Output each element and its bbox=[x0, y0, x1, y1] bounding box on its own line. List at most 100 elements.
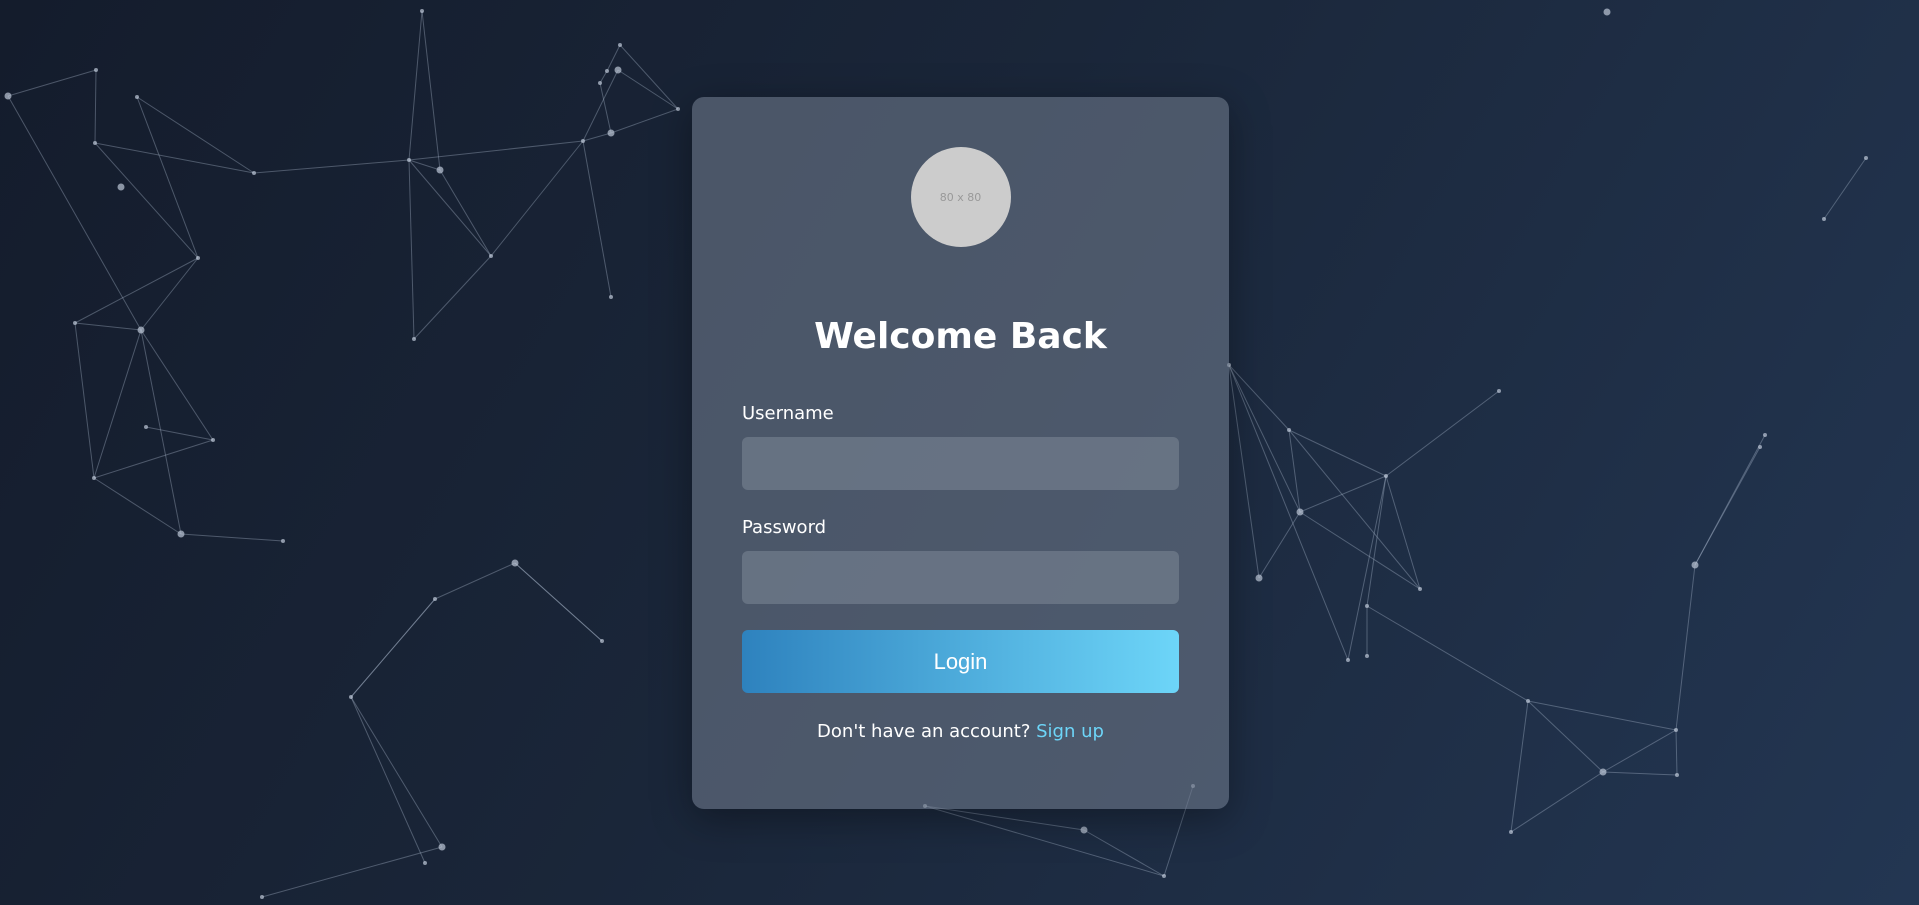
network-node bbox=[1675, 773, 1679, 777]
network-node bbox=[1674, 728, 1678, 732]
network-line bbox=[1510, 700, 1529, 833]
network-line bbox=[145, 426, 214, 441]
network-line bbox=[261, 846, 443, 898]
signup-prompt: Don't have an account? bbox=[817, 721, 1031, 742]
network-line bbox=[350, 598, 436, 698]
network-line bbox=[1228, 364, 1349, 661]
network-line bbox=[1602, 771, 1678, 776]
network-node bbox=[144, 425, 148, 429]
network-line bbox=[408, 10, 423, 161]
network-line bbox=[74, 322, 95, 479]
login-button[interactable]: Login bbox=[742, 630, 1179, 693]
network-line bbox=[1366, 605, 1529, 702]
signup-link[interactable]: Sign up bbox=[1036, 721, 1104, 742]
network-node bbox=[600, 639, 604, 643]
password-input[interactable] bbox=[742, 551, 1179, 604]
network-node bbox=[607, 129, 615, 137]
network-line bbox=[610, 108, 679, 134]
network-node bbox=[433, 597, 437, 601]
network-node bbox=[93, 141, 97, 145]
network-node bbox=[177, 530, 185, 538]
network-node bbox=[412, 337, 416, 341]
network-node bbox=[260, 895, 264, 899]
page-title: Welcome Back bbox=[814, 316, 1107, 357]
network-line bbox=[1083, 829, 1165, 877]
network-line bbox=[7, 95, 142, 331]
network-line bbox=[140, 257, 199, 331]
network-line bbox=[93, 477, 182, 535]
network-node bbox=[598, 81, 602, 85]
network-node bbox=[196, 256, 200, 260]
network-node bbox=[1691, 561, 1699, 569]
network-node bbox=[407, 158, 411, 162]
network-line bbox=[74, 322, 142, 331]
network-node bbox=[92, 476, 96, 480]
network-node bbox=[438, 843, 446, 851]
network-line bbox=[1527, 700, 1604, 773]
network-line bbox=[924, 805, 1085, 831]
username-label: Username bbox=[742, 403, 834, 424]
network-line bbox=[439, 169, 492, 257]
password-label: Password bbox=[742, 517, 827, 538]
network-line bbox=[74, 257, 199, 324]
network-line bbox=[434, 562, 516, 600]
network-node bbox=[1162, 874, 1166, 878]
network-node bbox=[489, 254, 493, 258]
network-node bbox=[511, 559, 519, 567]
network-node bbox=[605, 69, 609, 73]
network-node bbox=[614, 66, 622, 74]
network-line bbox=[1602, 729, 1677, 773]
network-node bbox=[1603, 8, 1611, 16]
network-line bbox=[1510, 771, 1604, 833]
network-node bbox=[1255, 574, 1263, 582]
network-line bbox=[350, 696, 426, 864]
network-line bbox=[408, 159, 492, 257]
network-node bbox=[117, 183, 125, 191]
login-card: 80 x 80 Welcome Back Username Password L… bbox=[692, 97, 1229, 809]
network-line bbox=[599, 70, 608, 84]
network-line bbox=[1675, 564, 1696, 731]
avatar-placeholder-text: 80 x 80 bbox=[939, 190, 982, 204]
network-line bbox=[1694, 434, 1766, 566]
network-node bbox=[1296, 508, 1304, 516]
network-node bbox=[618, 43, 622, 47]
network-line bbox=[582, 140, 612, 298]
network-node bbox=[1822, 217, 1826, 221]
network-line bbox=[350, 696, 443, 848]
network-node bbox=[1758, 445, 1762, 449]
network-line bbox=[93, 329, 142, 479]
network-node bbox=[211, 438, 215, 442]
network-line bbox=[1823, 157, 1867, 220]
network-node bbox=[1080, 826, 1088, 834]
network-line bbox=[1675, 729, 1678, 776]
network-node bbox=[94, 68, 98, 72]
network-line bbox=[94, 142, 199, 259]
username-input[interactable] bbox=[742, 437, 1179, 490]
network-line bbox=[7, 69, 97, 97]
network-line bbox=[1228, 364, 1290, 431]
network-node bbox=[1287, 428, 1291, 432]
network-node bbox=[1526, 699, 1530, 703]
network-line bbox=[94, 69, 97, 144]
signup-row: Don't have an account? Sign up bbox=[742, 721, 1179, 742]
network-node bbox=[4, 92, 12, 100]
network-node bbox=[73, 321, 77, 325]
network-node bbox=[676, 107, 680, 111]
network-node bbox=[1346, 658, 1350, 662]
network-node bbox=[423, 861, 427, 865]
network-node bbox=[581, 139, 585, 143]
network-node bbox=[1365, 604, 1369, 608]
network-line bbox=[582, 132, 612, 142]
network-node bbox=[1384, 474, 1388, 478]
network-line bbox=[413, 255, 492, 340]
network-line bbox=[1258, 511, 1301, 579]
network-node bbox=[1365, 654, 1369, 658]
network-line bbox=[1288, 429, 1387, 477]
network-node bbox=[1763, 433, 1767, 437]
network-node bbox=[436, 166, 444, 174]
network-line bbox=[490, 140, 584, 257]
avatar-placeholder: 80 x 80 bbox=[910, 147, 1011, 247]
network-line bbox=[1527, 700, 1677, 731]
network-node bbox=[609, 295, 613, 299]
network-line bbox=[136, 96, 199, 259]
